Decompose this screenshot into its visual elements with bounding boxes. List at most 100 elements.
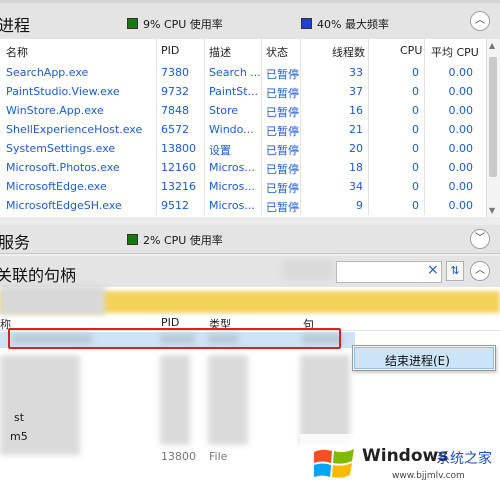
handles-section-title: 关联的句柄 [0, 266, 77, 285]
blurred-region [0, 285, 105, 315]
scrollbar-thumb[interactable] [489, 57, 497, 177]
partial-handle-text: m5 [10, 430, 28, 443]
process-name: PaintStudio.View.exe [6, 85, 120, 98]
end-process-menu-item[interactable]: 结束进程(E) [354, 347, 494, 369]
process-status: 已暂停 [266, 163, 299, 176]
process-avg-cpu: 0.00 [448, 180, 474, 193]
process-threads: 34 [349, 180, 363, 193]
process-name: WinStore.App.exe [6, 104, 104, 117]
process-desc: Micros... [209, 161, 255, 174]
services-section-title: 服务 [0, 233, 31, 252]
collapse-up-icon[interactable]: ︿ [470, 261, 490, 281]
process-threads: 33 [349, 66, 363, 79]
col-pid-header[interactable]: PID [161, 44, 179, 57]
process-pid: 6572 [161, 123, 189, 136]
blurred-region [160, 355, 190, 445]
process-desc: Store [209, 104, 239, 117]
process-cpu: 0 [412, 66, 419, 79]
process-section-header[interactable]: 进程 9% CPU 使用率 40% 最大频率 ︿ [0, 3, 500, 40]
process-cpu: 0 [412, 161, 419, 174]
expand-down-icon[interactable]: ﹀ [470, 229, 490, 249]
process-avg-cpu: 0.00 [448, 142, 474, 155]
process-avg-cpu: 0.00 [448, 66, 474, 79]
process-table: 名称 PID 描述 状态 线程数 CPU 平均 CPU SearchApp.ex… [0, 39, 500, 218]
col-desc-header[interactable]: 描述 [209, 44, 231, 60]
process-row[interactable]: SearchApp.exe 7380 Search ... 已暂停 33 0 0… [0, 63, 480, 82]
collapse-up-icon[interactable]: ︿ [470, 11, 490, 31]
process-row[interactable]: SystemSettings.exe 13800 设置 已暂停 20 0 0.0… [0, 139, 480, 158]
refresh-icon[interactable]: ⇅ [446, 261, 464, 281]
process-row[interactable]: ShellExperienceHost.exe 6572 Windo... 已暂… [0, 120, 480, 139]
frequency-indicator-icon [301, 18, 312, 29]
process-pid: 7380 [161, 66, 189, 79]
highlight-box [8, 328, 341, 349]
partial-pid-text: 13800 [161, 450, 196, 463]
partial-type-text: File [209, 450, 228, 463]
col-threads-header[interactable]: 线程数 [332, 44, 365, 60]
process-cpu: 0 [412, 123, 419, 136]
col-avgcpu-header[interactable]: 平均 CPU [431, 44, 479, 60]
process-row[interactable]: PaintStudio.View.exe 9732 PaintSt... 已暂停… [0, 82, 480, 101]
process-desc: Micros... [209, 199, 255, 212]
process-cpu: 0 [412, 199, 419, 212]
process-scrollbar[interactable]: ▲ ▼ [486, 39, 500, 217]
process-threads: 37 [349, 85, 363, 98]
services-cpu-indicator-icon [127, 234, 138, 245]
process-row[interactable]: MicrosoftEdge.exe 13216 Micros... 已暂停 34… [0, 177, 480, 196]
process-desc: Micros... [209, 180, 255, 193]
process-pid: 13800 [161, 142, 196, 155]
process-threads: 18 [349, 161, 363, 174]
process-status: 已暂停 [266, 125, 299, 138]
process-status: 已暂停 [266, 144, 299, 157]
process-pid: 13216 [161, 180, 196, 193]
process-threads: 9 [356, 199, 363, 212]
process-cpu: 0 [412, 104, 419, 117]
process-avg-cpu: 0.00 [448, 104, 474, 117]
process-name: MicrosoftEdge.exe [6, 180, 107, 193]
process-pid: 9512 [161, 199, 189, 212]
process-avg-cpu: 0.00 [448, 161, 474, 174]
max-frequency-label: 40% 最大频率 [317, 18, 389, 31]
col-cpu-header[interactable]: CPU [400, 44, 422, 57]
col-name-header[interactable]: 名称 [6, 44, 28, 60]
col-status-header[interactable]: 状态 [266, 44, 288, 60]
context-menu: 结束进程(E) [352, 345, 496, 371]
process-status: 已暂停 [266, 87, 299, 100]
process-row[interactable]: MicrosoftEdgeSH.exe 9512 Micros... 已暂停 9… [0, 196, 480, 215]
process-name: Microsoft.Photos.exe [6, 161, 120, 174]
windows-logo-icon [314, 449, 354, 478]
process-cpu: 0 [412, 85, 419, 98]
process-threads: 21 [349, 123, 363, 136]
section-gap [0, 217, 500, 225]
process-threads: 16 [349, 104, 363, 117]
process-pid: 12160 [161, 161, 196, 174]
cpu-indicator-icon [127, 18, 138, 29]
process-name: SearchApp.exe [6, 66, 89, 79]
watermark: Windows 系统之家 www.bjjmlv.com [300, 434, 500, 492]
process-threads: 20 [349, 142, 363, 155]
clear-search-icon[interactable]: × [427, 262, 439, 278]
process-status: 已暂停 [266, 201, 299, 214]
process-avg-cpu: 0.00 [448, 123, 474, 136]
partial-handle-text: st [14, 411, 25, 424]
services-section-header[interactable]: 服务 2% CPU 使用率 ﹀ [0, 225, 500, 254]
process-desc: PaintSt... [209, 85, 259, 98]
handles-section-header[interactable]: 关联的句柄 × ⇅ ︿ [0, 256, 500, 288]
scroll-down-icon[interactable]: ▼ [489, 206, 495, 215]
process-desc: Windo... [209, 123, 254, 136]
process-name: SystemSettings.exe [6, 142, 116, 155]
process-row[interactable]: WinStore.App.exe 7848 Store 已暂停 16 0 0.0… [0, 101, 480, 120]
blurred-region [300, 355, 350, 445]
watermark-url: www.bjjmlv.com [392, 471, 465, 481]
process-desc: Search ... [209, 66, 261, 79]
process-desc: 设置 [209, 144, 231, 157]
process-row[interactable]: Microsoft.Photos.exe 12160 Micros... 已暂停… [0, 158, 480, 177]
scroll-up-icon[interactable]: ▲ [489, 41, 495, 50]
services-cpu-label: 2% CPU 使用率 [143, 234, 223, 247]
process-status: 已暂停 [266, 182, 299, 195]
blurred-region [208, 355, 248, 445]
cpu-usage-label: 9% CPU 使用率 [143, 18, 223, 31]
watermark-subtitle: 系统之家 [436, 451, 492, 467]
process-pid: 7848 [161, 104, 189, 117]
process-avg-cpu: 0.00 [448, 85, 474, 98]
